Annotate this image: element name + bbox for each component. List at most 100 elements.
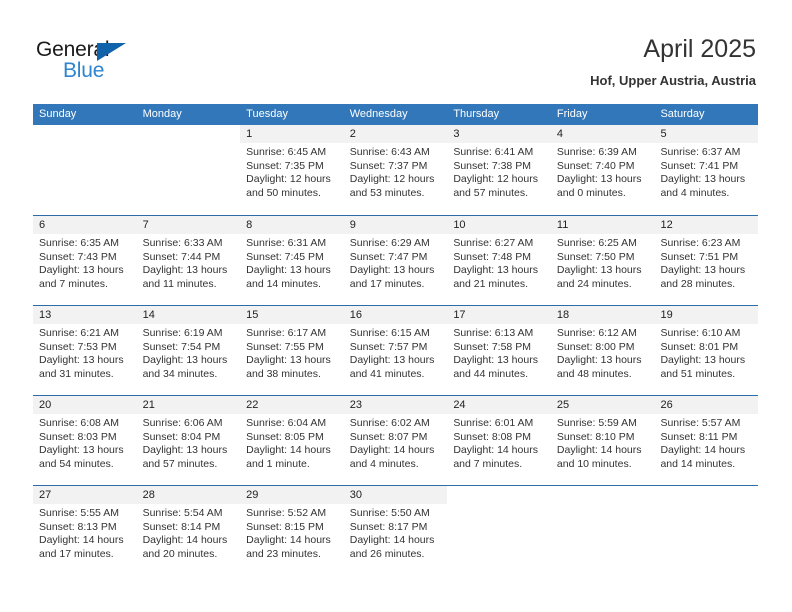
day-sunset-text: Sunset: 8:10 PM — [556, 430, 635, 443]
day-sunset-text: Sunset: 8:05 PM — [246, 430, 324, 443]
day-number — [136, 125, 241, 143]
calendar-day-cell[interactable]: 12 Sunrise: 6:23 AM Sunset: 7:51 PM Dayligh… — [654, 216, 759, 305]
calendar-day-cell[interactable]: 2 Sunrise: 6:43 AM Sunset: 7:37 PM Daylight… — [343, 125, 448, 215]
day-sun-info — [447, 504, 551, 507]
day-daylight1-text: Daylight: 13 hours — [556, 354, 642, 367]
day-sun-info: Sunrise: 6:15 AM Sunset: 7:57 PM Daylight:… — [344, 324, 448, 381]
day-number: 14 — [136, 306, 241, 324]
day-sunrise-text: Sunrise: 6:43 AM — [349, 146, 430, 158]
day-number: 6 — [33, 216, 137, 234]
day-daylight2-text: and 57 minutes. — [453, 186, 529, 199]
calendar-day-cell[interactable]: 19 Sunrise: 6:10 AM Sunset: 8:01 PM Dayligh… — [654, 306, 759, 395]
calendar-day-cell[interactable]: 26 Sunrise: 5:57 AM Sunset: 8:11 PM Dayligh… — [654, 396, 759, 485]
calendar-day-cell[interactable]: 29 Sunrise: 5:52 AM Sunset: 8:15 PM Dayligh… — [240, 486, 344, 575]
day-daylight1-text: Daylight: 14 hours — [660, 444, 746, 457]
day-sun-info: Sunrise: 6:04 AM Sunset: 8:05 PM Daylight:… — [240, 414, 344, 471]
day-daylight1-text: Daylight: 13 hours — [453, 354, 538, 367]
calendar-day-cell[interactable]: 22 Sunrise: 6:04 AM Sunset: 8:05 PM Dayligh… — [240, 396, 344, 485]
day-sunrise-text: Sunrise: 6:06 AM — [142, 417, 223, 429]
calendar-day-cell[interactable]: 4 Sunrise: 6:39 AM Sunset: 7:40 PM Daylight… — [550, 125, 655, 215]
day-number: 22 — [240, 396, 344, 414]
calendar-day-cell[interactable]: 20 Sunrise: 6:08 AM Sunset: 8:03 PM Dayligh… — [33, 396, 137, 485]
day-sunset-text: Sunset: 7:41 PM — [660, 159, 739, 172]
day-sunset-text: Sunset: 7:55 PM — [246, 340, 324, 353]
day-sunrise-text: Sunrise: 6:01 AM — [453, 417, 534, 429]
day-sun-info: Sunrise: 6:29 AM Sunset: 7:47 PM Daylight:… — [344, 234, 448, 291]
calendar-week-row: 6 Sunrise: 6:35 AM Sunset: 7:43 PM Daylight… — [33, 215, 759, 305]
day-number: 5 — [654, 125, 759, 143]
day-number: 23 — [343, 396, 448, 414]
day-sunrise-text: Sunrise: 6:25 AM — [556, 237, 637, 249]
day-daylight2-text: and 4 minutes. — [349, 457, 419, 470]
day-daylight2-text: and 1 minute. — [246, 457, 310, 470]
calendar-day-cell[interactable]: 3 Sunrise: 6:41 AM Sunset: 7:38 PM Daylight… — [447, 125, 551, 215]
day-sun-info: Sunrise: 6:33 AM Sunset: 7:44 PM Daylight:… — [137, 234, 241, 291]
calendar-day-cell[interactable]: 28 Sunrise: 5:54 AM Sunset: 8:14 PM Dayligh… — [136, 486, 241, 575]
calendar-day-cell[interactable]: 24 Sunrise: 6:01 AM Sunset: 8:08 PM Dayligh… — [447, 396, 551, 485]
general-blue-logo[interactable]: General Blue — [36, 38, 176, 88]
calendar-day-cell[interactable]: 25 Sunrise: 5:59 AM Sunset: 8:10 PM Dayligh… — [550, 396, 655, 485]
calendar-day-cell[interactable]: 7 Sunrise: 6:33 AM Sunset: 7:44 PM Daylight… — [136, 216, 241, 305]
day-sunrise-text: Sunrise: 6:17 AM — [246, 327, 327, 339]
day-daylight1-text: Daylight: 14 hours — [453, 444, 538, 457]
day-daylight1-text: Daylight: 13 hours — [556, 173, 642, 186]
day-number: 28 — [136, 486, 241, 504]
day-sunrise-text: Sunrise: 6:35 AM — [39, 237, 119, 249]
calendar-day-cell[interactable]: 13 Sunrise: 6:21 AM Sunset: 7:53 PM Dayligh… — [33, 306, 137, 395]
calendar-day-cell[interactable]: 11 Sunrise: 6:25 AM Sunset: 7:50 PM Dayligh… — [550, 216, 655, 305]
day-sunrise-text: Sunrise: 6:27 AM — [453, 237, 534, 249]
calendar-day-cell[interactable]: 18 Sunrise: 6:12 AM Sunset: 8:00 PM Dayligh… — [550, 306, 655, 395]
weekday-header-row: Sunday Monday Tuesday Wednesday Thursday… — [33, 104, 758, 125]
day-sunset-text: Sunset: 8:08 PM — [453, 430, 531, 443]
calendar-day-cell[interactable]: 17 Sunrise: 6:13 AM Sunset: 7:58 PM Dayligh… — [447, 306, 551, 395]
calendar-day-cell[interactable]: 6 Sunrise: 6:35 AM Sunset: 7:43 PM Daylight… — [33, 216, 137, 305]
day-sun-info: Sunrise: 6:27 AM Sunset: 7:48 PM Daylight:… — [447, 234, 551, 291]
calendar-day-cell[interactable]: 9 Sunrise: 6:29 AM Sunset: 7:47 PM Daylight… — [343, 216, 448, 305]
day-daylight1-text: Daylight: 14 hours — [39, 534, 124, 547]
day-sunset-text: Sunset: 7:58 PM — [453, 340, 531, 353]
calendar-day-cell[interactable]: 10 Sunrise: 6:27 AM Sunset: 7:48 PM Dayligh… — [447, 216, 551, 305]
day-sun-info: Sunrise: 6:08 AM Sunset: 8:03 PM Daylight:… — [33, 414, 137, 471]
calendar-day-cell[interactable]: 30 Sunrise: 5:50 AM Sunset: 8:17 PM Dayligh… — [343, 486, 448, 575]
day-daylight1-text: Daylight: 13 hours — [39, 264, 124, 277]
day-sunrise-text: Sunrise: 6:04 AM — [246, 417, 327, 429]
day-daylight2-text: and 53 minutes. — [349, 186, 425, 199]
calendar-week-row: 13 Sunrise: 6:21 AM Sunset: 7:53 PM Dayligh… — [33, 305, 759, 395]
day-sun-info: Sunrise: 6:25 AM Sunset: 7:50 PM Daylight:… — [551, 234, 655, 291]
day-daylight2-text: and 21 minutes. — [453, 277, 529, 290]
day-number: 15 — [240, 306, 344, 324]
day-number: 9 — [343, 216, 448, 234]
day-number — [550, 486, 655, 504]
day-daylight2-text: and 20 minutes. — [142, 547, 218, 560]
calendar-day-cell[interactable]: 16 Sunrise: 6:15 AM Sunset: 7:57 PM Dayligh… — [343, 306, 448, 395]
day-sunset-text: Sunset: 7:51 PM — [660, 250, 739, 263]
day-sunrise-text: Sunrise: 6:02 AM — [349, 417, 430, 429]
day-sunrise-text: Sunrise: 6:41 AM — [453, 146, 534, 158]
day-sunrise-text: Sunrise: 6:37 AM — [660, 146, 741, 158]
day-daylight2-text: and 23 minutes. — [246, 547, 321, 560]
calendar-day-cell[interactable]: 8 Sunrise: 6:31 AM Sunset: 7:45 PM Daylight… — [240, 216, 344, 305]
day-sun-info: Sunrise: 6:43 AM Sunset: 7:37 PM Daylight:… — [344, 143, 448, 200]
calendar-day-cell[interactable]: 21 Sunrise: 6:06 AM Sunset: 8:04 PM Dayligh… — [136, 396, 241, 485]
day-sunrise-text: Sunrise: 5:54 AM — [142, 507, 223, 519]
day-sunset-text: Sunset: 8:11 PM — [660, 430, 738, 443]
calendar-week-row: 1 Sunrise: 6:45 AM Sunset: 7:35 PM Daylight… — [33, 125, 759, 215]
day-sun-info: Sunrise: 5:54 AM Sunset: 8:14 PM Daylight:… — [137, 504, 241, 561]
calendar-day-cell[interactable]: 15 Sunrise: 6:17 AM Sunset: 7:55 PM Dayligh… — [240, 306, 344, 395]
calendar-day-cell[interactable]: 14 Sunrise: 6:19 AM Sunset: 7:54 PM Dayligh… — [136, 306, 241, 395]
day-sunrise-text: Sunrise: 6:13 AM — [453, 327, 534, 339]
day-sun-info: Sunrise: 6:12 AM Sunset: 8:00 PM Daylight:… — [551, 324, 655, 381]
calendar-day-cell[interactable]: 5 Sunrise: 6:37 AM Sunset: 7:41 PM Daylight… — [654, 125, 759, 215]
calendar-day-cell[interactable]: 1 Sunrise: 6:45 AM Sunset: 7:35 PM Daylight… — [240, 125, 344, 215]
day-number: 1 — [240, 125, 344, 143]
day-sunrise-text: Sunrise: 6:19 AM — [142, 327, 223, 339]
calendar-day-cell[interactable]: 27 Sunrise: 5:55 AM Sunset: 8:13 PM Dayligh… — [33, 486, 137, 575]
calendar-day-cell[interactable]: 23 Sunrise: 6:02 AM Sunset: 8:07 PM Dayligh… — [343, 396, 448, 485]
day-daylight1-text: Daylight: 13 hours — [246, 264, 331, 277]
day-daylight2-text: and 54 minutes. — [39, 457, 114, 470]
day-daylight2-text: and 28 minutes. — [660, 277, 736, 290]
calendar-day-cell-empty — [550, 486, 655, 575]
day-daylight2-text: and 17 minutes. — [349, 277, 425, 290]
calendar-day-cell-empty — [654, 486, 759, 575]
day-number: 25 — [550, 396, 655, 414]
